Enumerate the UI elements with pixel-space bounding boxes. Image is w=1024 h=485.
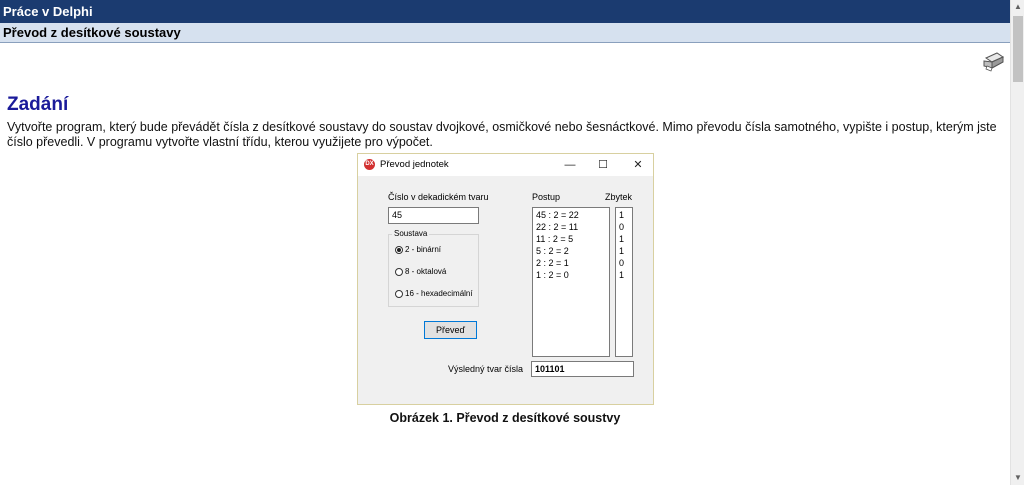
section-heading: Zadání [7,94,69,115]
close-icon[interactable]: ✕ [629,157,647,173]
radio-binary[interactable]: 2 - binární [395,245,441,254]
radio-binary-dot[interactable] [395,245,403,254]
vertical-scrollbar[interactable]: ▲ ▼ [1010,0,1024,485]
printer-icon[interactable] [981,50,1005,72]
list-item[interactable]: 0 [619,257,629,269]
radio-hex-dot[interactable] [395,289,403,298]
remainder-listbox[interactable]: 1 0 1 1 0 1 [615,207,633,357]
figure-caption: Obrázek 1. Převod z desítkové soustvy [389,411,621,425]
remainder-label: Zbytek [605,192,633,202]
number-system-legend: Soustava [392,229,430,238]
list-item[interactable]: 2 : 2 = 1 [536,257,606,269]
maximize-icon[interactable]: ☐ [594,157,612,173]
list-item[interactable]: 45 : 2 = 22 [536,209,606,221]
app-titlebar: DX Převod jednotek — ☐ ✕ [358,154,653,176]
app-window-title: Převod jednotek [380,159,449,170]
radio-octal-dot[interactable] [395,267,403,276]
scrollbar-thumb[interactable] [1013,16,1023,82]
list-item[interactable]: 1 [619,269,629,281]
radio-binary-label: 2 - binární [405,245,442,254]
assignment-text: Vytvořte program, který bude převádět čí… [7,120,997,149]
list-item[interactable]: 22 : 2 = 11 [536,221,606,233]
delphi-app-icon: DX [364,159,375,170]
radio-hex-label: 16 - hexadecimální [405,289,473,298]
list-item[interactable]: 1 : 2 = 0 [536,269,606,281]
list-item[interactable]: 5 : 2 = 2 [536,245,606,257]
scroll-up-icon[interactable]: ▲ [1011,0,1024,14]
result-field[interactable]: 101101 [531,361,634,377]
result-label: Výsledný tvar čísla [448,364,524,374]
app-window-screenshot: DX Převod jednotek — ☐ ✕ Číslo v dekadic… [357,153,654,405]
decimal-input[interactable]: 45 [388,207,479,224]
list-item[interactable]: 1 [619,209,629,221]
decimal-label: Číslo v dekadickém tvaru [388,192,489,202]
minimize-icon[interactable]: — [561,157,579,173]
list-item[interactable]: 1 [619,233,629,245]
radio-octal-label: 8 - oktalová [405,267,447,276]
page-header-title: Práce v Delphi [0,0,1010,23]
list-item[interactable]: 11 : 2 = 5 [536,233,606,245]
convert-button[interactable]: Převeď [424,321,477,339]
scroll-down-icon[interactable]: ▼ [1011,471,1024,485]
procedure-listbox[interactable]: 45 : 2 = 22 22 : 2 = 11 11 : 2 = 5 5 : 2… [532,207,610,357]
procedure-label: Postup [532,192,561,202]
page-subheader: Převod z desítkové soustavy [0,23,1010,43]
radio-hex[interactable]: 16 - hexadecimální [395,289,473,298]
radio-octal[interactable]: 8 - oktalová [395,267,446,276]
list-item[interactable]: 0 [619,221,629,233]
list-item[interactable]: 1 [619,245,629,257]
